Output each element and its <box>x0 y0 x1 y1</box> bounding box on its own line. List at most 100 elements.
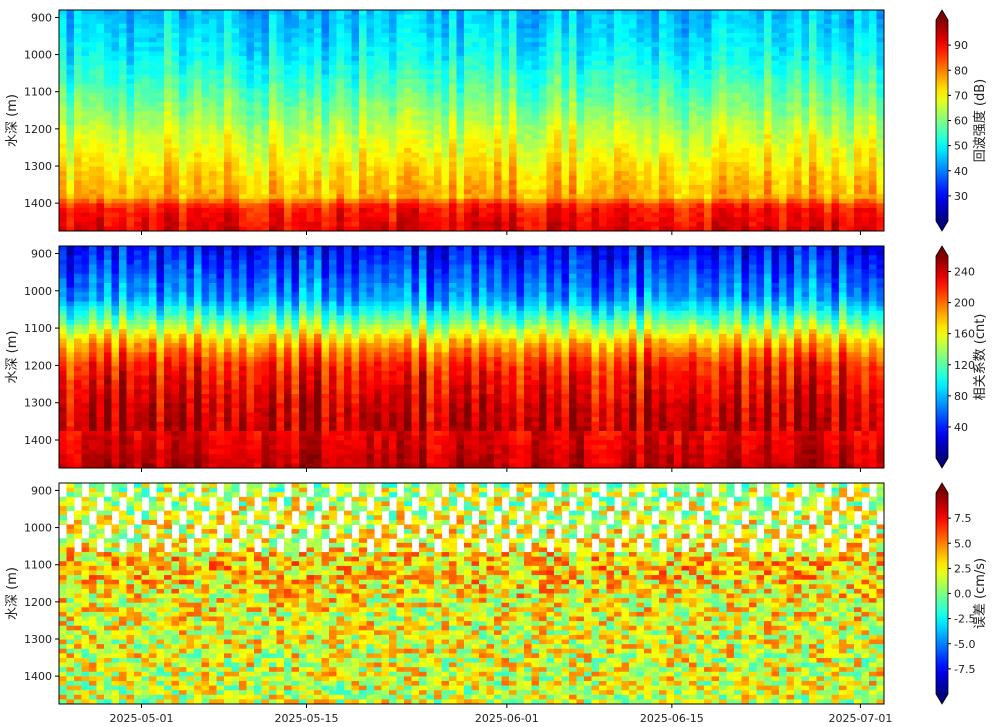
heat-cell <box>501 157 510 163</box>
heat-cell <box>389 143 398 149</box>
heat-cell <box>194 56 203 62</box>
heat-cell <box>104 207 113 214</box>
heat-cell <box>359 74 368 80</box>
heat-cell <box>771 65 780 71</box>
heat-cell <box>801 88 810 94</box>
heat-cell <box>771 221 780 227</box>
heat-cell <box>651 102 660 108</box>
heat-cell <box>59 221 68 227</box>
heat-cell <box>689 138 698 145</box>
heat-cell <box>629 10 638 16</box>
heat-cell <box>816 46 825 53</box>
heat-cell <box>726 23 735 30</box>
heat-cell <box>734 23 743 30</box>
heat-cell <box>269 19 278 25</box>
heat-cell <box>449 92 458 99</box>
heat-cell <box>524 102 533 108</box>
heat-cell <box>81 88 90 94</box>
heat-cell <box>621 88 630 94</box>
heat-cell <box>659 203 668 209</box>
heat-cell <box>344 74 353 80</box>
heat-cell <box>344 120 353 126</box>
heat-cell <box>584 79 593 85</box>
heat-cell <box>194 46 203 53</box>
heat-cell <box>314 129 323 135</box>
heat-cell <box>501 207 510 214</box>
heat-cell <box>614 212 623 218</box>
heat-cell <box>209 207 218 214</box>
heat-cell <box>441 129 450 135</box>
heat-cell <box>726 92 735 99</box>
heat-cell <box>246 65 255 71</box>
heat-cell <box>524 138 533 145</box>
heat-cell <box>269 125 278 131</box>
heat-cell <box>111 69 120 76</box>
heat-cell <box>606 212 615 218</box>
heat-cell <box>201 111 210 117</box>
heat-cell <box>824 79 833 85</box>
heat-cell <box>284 161 293 168</box>
heat-cell <box>516 138 525 145</box>
heat-cell <box>81 221 90 227</box>
heat-cell <box>509 180 518 186</box>
heat-cell <box>426 10 435 16</box>
heat-cell <box>291 221 300 227</box>
heat-cell <box>186 65 195 71</box>
heat-cell <box>201 189 210 195</box>
heat-cell <box>179 111 188 117</box>
heat-cell <box>284 212 293 218</box>
heat-cell <box>681 37 690 43</box>
heat-cell <box>569 157 578 163</box>
heat-cell <box>614 143 623 149</box>
heat-cell <box>246 23 255 30</box>
heat-cell <box>696 10 705 16</box>
heat-cell <box>96 143 105 149</box>
heat-cell <box>681 207 690 214</box>
heat-cell <box>614 198 623 204</box>
heat-cell <box>591 92 600 99</box>
heat-cell <box>614 83 623 89</box>
heat-cell <box>81 171 90 177</box>
heat-cell <box>261 212 270 218</box>
heat-cell <box>96 194 105 200</box>
heat-cell <box>666 212 675 218</box>
heat-cell <box>404 83 413 89</box>
heat-cell <box>449 79 458 85</box>
heat-cell <box>659 46 668 53</box>
heat-cell <box>689 37 698 43</box>
heat-cell <box>239 171 248 177</box>
heat-cell <box>89 79 98 85</box>
heat-cell <box>186 212 195 218</box>
heat-cell <box>81 79 90 85</box>
heat-cell <box>464 65 473 71</box>
heat-cell <box>209 120 218 126</box>
heat-cell <box>134 203 143 209</box>
heat-cell <box>111 152 120 158</box>
heat-cell <box>741 125 750 131</box>
heat-cell <box>741 60 750 66</box>
heat-cell <box>426 221 435 227</box>
heat-cell <box>831 203 840 209</box>
heat-cell <box>606 28 615 34</box>
heat-cell <box>359 221 368 227</box>
heat-cell <box>381 184 390 191</box>
heat-cell <box>89 138 98 145</box>
heat-cell <box>516 37 525 43</box>
heat-cell <box>531 221 540 227</box>
heat-cell <box>599 166 608 172</box>
heat-cell <box>456 92 465 99</box>
heat-cell <box>816 10 825 16</box>
heat-cell <box>74 69 83 76</box>
heat-cell <box>186 115 195 122</box>
heat-cell <box>681 97 690 103</box>
heat-cell <box>419 134 428 140</box>
heat-cell <box>179 115 188 122</box>
heat-cell <box>456 120 465 126</box>
heat-cell <box>261 180 270 186</box>
heat-cell <box>74 157 83 163</box>
heat-cell <box>681 60 690 66</box>
heat-cell <box>246 33 255 39</box>
heat-cell <box>59 14 68 20</box>
heat-cell <box>576 194 585 200</box>
heat-cell <box>171 14 180 20</box>
